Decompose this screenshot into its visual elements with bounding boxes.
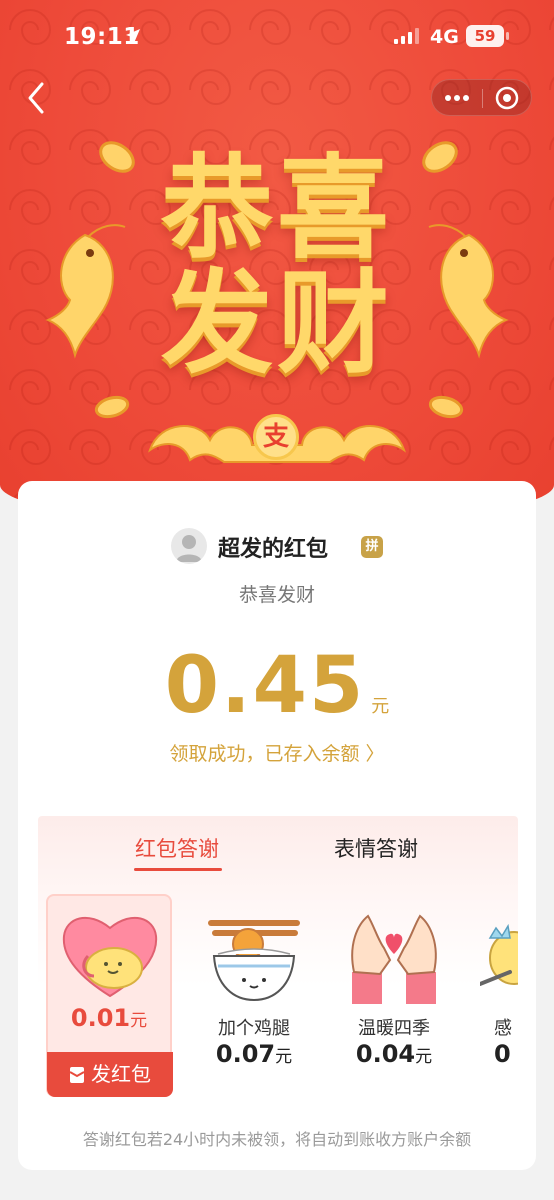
gift-name: 加个鸡腿 xyxy=(218,1018,290,1039)
gold-coin-icon xyxy=(422,141,458,173)
gift-price: 0.04元 xyxy=(334,1040,454,1068)
gift-option[interactable]: 感 0 xyxy=(480,894,518,1094)
amount-unit: 元 xyxy=(371,696,390,717)
thank-you-character-icon xyxy=(480,923,518,986)
koi-fish-icon xyxy=(45,224,126,359)
gold-coin-icon xyxy=(428,395,464,419)
red-packet-icon xyxy=(69,1067,85,1083)
chicken-leg-rice-bowl-icon xyxy=(208,920,300,1002)
send-button-label: 发红包 xyxy=(91,1062,151,1086)
location-arrow-icon xyxy=(126,29,140,43)
gift-option[interactable]: 加个鸡腿 0.07元 xyxy=(194,894,314,1094)
selected-price-value: 0.01 xyxy=(70,1004,131,1032)
amount-value: 0.45 xyxy=(164,641,366,731)
battery-level: 59 xyxy=(466,25,504,47)
gift-price: 0.07元 xyxy=(194,1040,314,1068)
gift-price-value: 0.04 xyxy=(355,1040,416,1068)
close-miniapp-button[interactable] xyxy=(483,80,533,117)
gift-option[interactable]: 温暖四季 0.04元 xyxy=(334,894,454,1094)
user-silhouette-icon xyxy=(176,535,202,562)
blessing-text: 恭喜发财 xyxy=(238,584,315,606)
target-circle-icon xyxy=(495,86,519,110)
thanks-panel: 红包答谢 表情答谢 0.01元 发红包 加个鸡腿 0.07元 温暖四季 0.04… xyxy=(38,816,518,1121)
hero-title-line1: 恭喜 xyxy=(161,144,393,274)
selected-gift-price: 0.01元 xyxy=(48,1004,170,1032)
hero-greeting: 恭喜 发财 xyxy=(148,152,406,382)
sender-name: 超发的红包 xyxy=(218,537,329,562)
tab-sticker-thanks[interactable]: 表情答谢 xyxy=(334,833,418,863)
chevron-left-icon xyxy=(28,82,44,114)
heart-hands-icon xyxy=(351,914,437,1004)
gift-price-unit: 元 xyxy=(415,1047,433,1067)
signal-bars-icon xyxy=(394,28,419,44)
gift-price-value: 0.07 xyxy=(215,1040,276,1068)
tab-red-packet-thanks[interactable]: 红包答谢 xyxy=(135,833,219,863)
red-packet-card: 超发的红包 拼 恭喜发财 0.45 元 领取成功，已存入余额 〉 红包答谢 表情答… xyxy=(18,481,536,1170)
gift-name: 感 xyxy=(494,1018,512,1039)
more-dots-icon xyxy=(445,95,469,101)
gift-option-selected[interactable]: 0.01元 发红包 xyxy=(46,894,173,1097)
alipay-logo: 支 xyxy=(253,414,299,460)
koi-fish-icon xyxy=(428,224,509,359)
back-button[interactable] xyxy=(22,80,52,116)
pin-badge: 拼 xyxy=(361,536,383,558)
avatar xyxy=(171,528,207,564)
battery-nub xyxy=(506,32,509,40)
network-type: 4G xyxy=(430,26,459,48)
hero-banner: 恭喜 发财 支 19:11 4G 59 xyxy=(0,0,554,525)
gift-price-unit: 元 xyxy=(275,1047,293,1067)
more-button[interactable] xyxy=(432,80,482,117)
active-tab-underline xyxy=(134,868,222,871)
gold-coin-icon xyxy=(99,141,135,173)
heart-hug-icon xyxy=(62,917,158,998)
miniapp-capsule xyxy=(431,79,532,116)
thanks-footnote: 答谢红包若24小时内未被领，将自动到账收方账户余额 xyxy=(82,1130,472,1149)
amount-display: 0.45 元 xyxy=(18,641,536,731)
hero-title-line2: 发财 xyxy=(161,259,393,389)
gift-price-value: 0 xyxy=(494,1040,511,1068)
gift-name: 温暖四季 xyxy=(358,1018,430,1039)
deposit-balance-link[interactable]: 领取成功，已存入余额 〉 xyxy=(18,739,536,766)
gold-coin-icon xyxy=(94,395,130,419)
selected-price-unit: 元 xyxy=(130,1011,148,1031)
status-bar: 19:11 4G 59 xyxy=(0,0,554,76)
gift-price: 0 xyxy=(494,1040,518,1068)
send-red-packet-button[interactable]: 发红包 xyxy=(47,1052,173,1097)
